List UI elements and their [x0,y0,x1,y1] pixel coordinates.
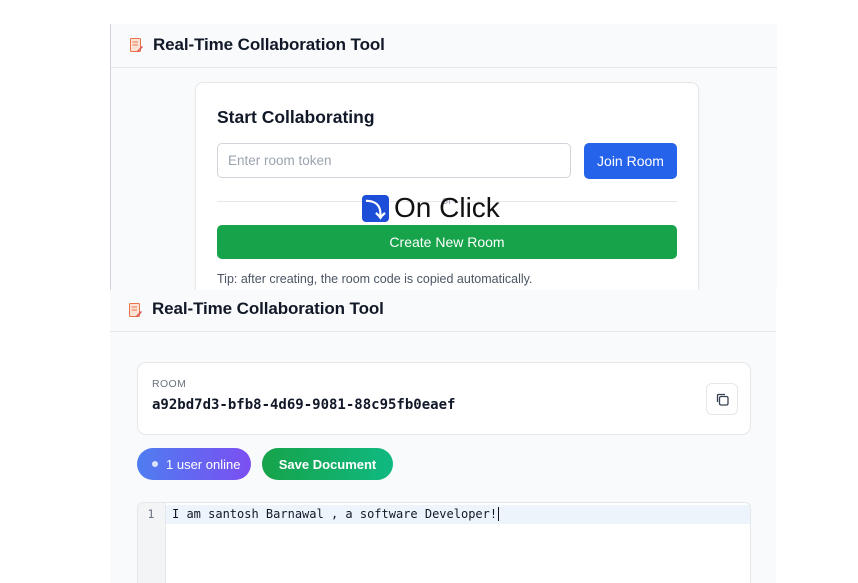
status-dot-icon [152,461,158,467]
room-screenshot: Real-Time Collaboration Tool ROOM a92bd7… [110,290,776,583]
memo-icon [129,303,142,317]
start-collaborating-card: Start Collaborating Join Room or Create … [195,82,699,290]
card-heading: Start Collaborating [217,107,375,127]
editor-line-text: I am santosh Barnawal , a software Devel… [172,507,498,521]
curved-arrow-icon: ⤵ [362,194,389,222]
app-header: Real-Time Collaboration Tool [111,24,777,68]
online-users-label: 1 user online [166,456,241,472]
online-users-badge: 1 user online [137,448,251,480]
line-number-gutter: 1 [138,503,166,583]
line-number: 1 [147,507,155,521]
room-token-input[interactable] [217,143,571,178]
on-click-annotation: ⤵ On Click [362,193,500,223]
code-editor[interactable]: 1 I am santosh Barnawal , a software Dev… [137,502,751,583]
tip-text: Tip: after creating, the room code is co… [217,272,533,286]
text-caret [498,507,500,521]
save-document-button[interactable]: Save Document [262,448,393,480]
landing-screenshot: Real-Time Collaboration Tool Start Colla… [110,24,777,290]
app-header: Real-Time Collaboration Tool [110,290,776,332]
room-caption: ROOM [152,378,187,390]
annotation-label: On Click [394,192,500,223]
copy-room-id-button[interactable] [706,383,738,415]
room-id: a92bd7d3-bfb8-4d69-9081-88c95fb0eaef [152,397,456,413]
create-room-button[interactable]: Create New Room [217,225,677,259]
join-room-button[interactable]: Join Room [584,143,677,179]
room-card: ROOM a92bd7d3-bfb8-4d69-9081-88c95fb0eae… [137,362,751,435]
app-title: Real-Time Collaboration Tool [152,299,384,318]
app-title: Real-Time Collaboration Tool [153,35,385,54]
memo-icon [130,38,143,52]
editor-line[interactable]: I am santosh Barnawal , a software Devel… [172,507,500,521]
copy-icon [716,393,729,406]
